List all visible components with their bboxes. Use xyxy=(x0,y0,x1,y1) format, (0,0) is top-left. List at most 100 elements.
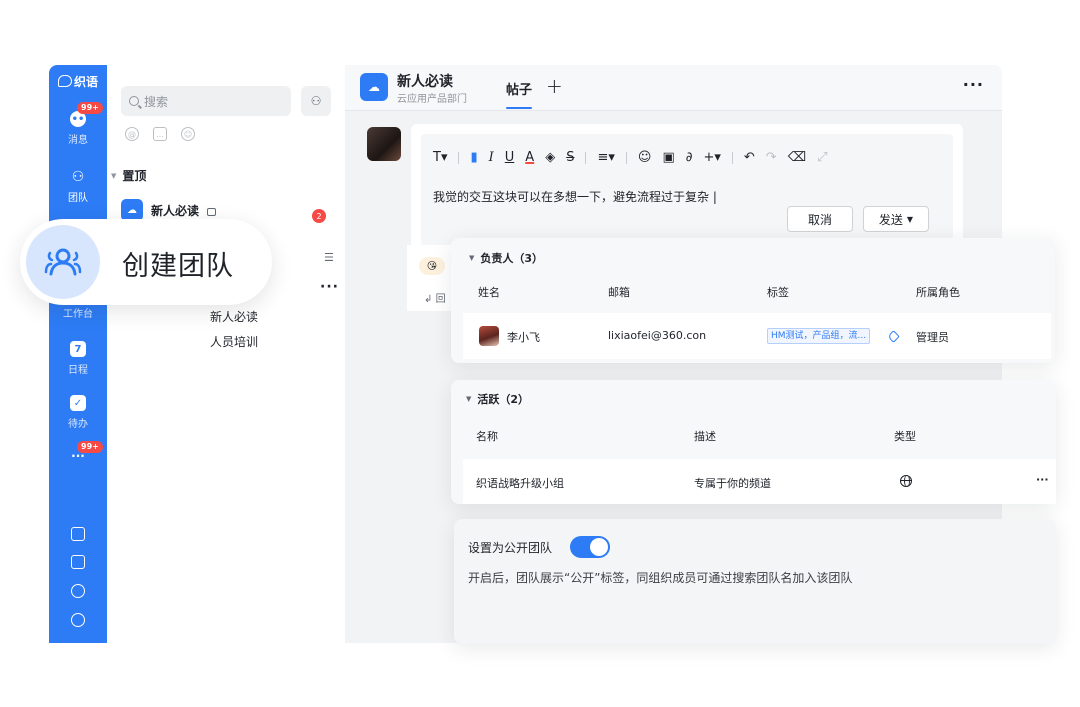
public-setting-card: 设置为公开团队 开启后，团队展示“公开”标签，同组织成员可通过搜索团队名加入该团… xyxy=(454,519,1056,644)
public-team-toggle[interactable] xyxy=(570,536,610,558)
column-header: 姓名 xyxy=(478,286,500,299)
bot-icon xyxy=(71,584,85,598)
align-icon[interactable]: ≡▾ xyxy=(597,150,614,165)
add-tab-button[interactable]: + xyxy=(546,74,563,98)
bookmark-icon xyxy=(71,527,85,541)
rail-item-workbench[interactable]: 工作台 xyxy=(49,305,107,320)
avatar xyxy=(367,127,401,161)
rail-item-teams[interactable]: ⚇ 团队 xyxy=(49,169,107,204)
reply-button[interactable]: ↲ 回 xyxy=(424,290,446,305)
active-card: ▼ 活跃（2） 名称 描述 类型 织语战略升级小组 专属于你的频道 ··· xyxy=(451,380,1056,504)
team-list-panel: 搜索 ⚇ @ … ☺ ▼ 置顶 ☁ 新人必读 新人必读 人员培训 xyxy=(107,65,345,643)
owners-section-header[interactable]: ▼ 负责人（3） xyxy=(469,250,543,266)
add-people-icon: ⚇ xyxy=(310,94,322,108)
download-button[interactable] xyxy=(49,555,107,569)
caret-down-icon: ▼ xyxy=(111,171,117,180)
chevron-down-icon: ▼ xyxy=(906,214,914,224)
column-header: 所属角色 xyxy=(916,286,960,299)
search-icon xyxy=(129,96,139,106)
team-avatar-icon: ☁ xyxy=(121,199,143,221)
create-team-button[interactable]: 创建团队 xyxy=(20,219,272,305)
mention-icon[interactable]: @ xyxy=(125,127,139,141)
messages-badge: 99+ xyxy=(77,102,103,114)
highlight-icon[interactable]: ▮ xyxy=(470,150,477,165)
owners-card: ▼ 负责人（3） 姓名 邮箱 标签 所属角色 李小飞 lixiaofei@360… xyxy=(451,238,1055,363)
column-header: 名称 xyxy=(476,430,498,443)
italic-icon[interactable]: I xyxy=(489,150,494,165)
search-input[interactable]: 搜索 xyxy=(121,86,291,116)
editor-body[interactable]: T▾ ▮ I U A ◈ S ≡▾ ☺ ▣ ∂ +▾ ↶ ↷ ⌫ ⤢ 我觉的交互… xyxy=(421,134,953,246)
table-row[interactable]: 织语战略升级小组 专属于你的频道 ··· xyxy=(463,459,1056,504)
rail-item-calendar[interactable]: 7 日程 xyxy=(49,341,107,376)
attachment-icon[interactable]: ∂ xyxy=(686,150,693,165)
channel-header: ☁ 新人必读 云应用产品部门 帖子 + ··· xyxy=(345,65,1002,111)
tag-chip[interactable]: HM测试，产品组，流... xyxy=(767,328,871,344)
expand-icon[interactable]: ⤢ xyxy=(817,150,827,165)
globe-icon xyxy=(900,475,912,487)
active-tab-indicator xyxy=(506,107,532,109)
settings-button[interactable] xyxy=(49,613,107,627)
more-options-icon[interactable]: ··· xyxy=(320,279,339,295)
image-icon[interactable]: ▣ xyxy=(662,150,674,165)
public-setting-description: 开启后，团队展示“公开”标签，同组织成员可通过搜索团队名加入该团队 xyxy=(468,571,853,585)
cloud-icon: ☁ xyxy=(360,73,388,101)
add-member-button[interactable]: ⚇ xyxy=(301,86,331,116)
bookmark-button[interactable] xyxy=(49,527,107,541)
more-badge: 99+ xyxy=(77,441,103,453)
team-icon-circle xyxy=(26,225,100,299)
rail-item-todo[interactable]: ✓ 待办 xyxy=(49,395,107,430)
download-icon xyxy=(71,555,85,569)
editor-toolbar: T▾ ▮ I U A ◈ S ≡▾ ☺ ▣ ∂ +▾ ↶ ↷ ⌫ ⤢ xyxy=(433,150,828,165)
header-more-icon[interactable]: ··· xyxy=(963,75,984,94)
redo-icon[interactable]: ↷ xyxy=(766,150,777,165)
avatar xyxy=(479,326,499,346)
eraser-icon[interactable]: ⌫ xyxy=(788,150,806,165)
column-header: 描述 xyxy=(694,430,716,443)
emoji-icon[interactable]: ☺ xyxy=(181,127,195,141)
send-button[interactable]: 发送 ▼ xyxy=(863,206,929,232)
bot-button[interactable] xyxy=(49,584,107,598)
column-header: 邮箱 xyxy=(608,286,630,299)
create-team-label: 创建团队 xyxy=(122,251,234,282)
calendar-icon: 7 xyxy=(70,341,86,357)
team-title: 新人必读 xyxy=(397,74,453,90)
underline-icon[interactable]: U xyxy=(505,150,515,165)
column-header: 类型 xyxy=(894,430,916,443)
pinned-section-header[interactable]: ▼ 置顶 xyxy=(111,167,146,184)
tab-posts[interactable]: 帖子 xyxy=(506,79,532,98)
cancel-button[interactable]: 取消 xyxy=(787,206,853,232)
sub-channel-item[interactable]: 新人必读 xyxy=(210,308,258,325)
text-style-icon[interactable]: T▾ xyxy=(433,150,447,165)
post-editor: T▾ ▮ I U A ◈ S ≡▾ ☺ ▣ ∂ +▾ ↶ ↷ ⌫ ⤢ 我觉的交互… xyxy=(411,124,963,248)
team-icon: ⚇ xyxy=(71,169,85,185)
sub-channel-item[interactable]: 人员培训 xyxy=(210,333,258,350)
settings-icon xyxy=(71,613,85,627)
app-logo: 织语 xyxy=(55,71,101,91)
editor-text[interactable]: 我觉的交互这块可以在多想一下，避免流程过于复杂 | xyxy=(433,188,717,205)
emoji-reaction[interactable]: 😘 xyxy=(419,257,445,275)
comment-icon[interactable]: … xyxy=(153,127,167,141)
active-section-header[interactable]: ▼ 活跃（2） xyxy=(466,391,529,407)
emoji-icon[interactable]: ☺ xyxy=(638,150,652,165)
tag-icon[interactable] xyxy=(887,330,900,343)
public-setting-label: 设置为公开团队 xyxy=(468,541,553,555)
left-rail: 织语 •• 消息 99+ ⚇ 团队 工作台 7 日程 ✓ 待办 ··· 99+ xyxy=(49,65,107,643)
team-description: 云应用产品部门 xyxy=(397,94,467,105)
caret-down-icon: ▼ xyxy=(469,254,475,262)
row-more-icon[interactable]: ··· xyxy=(1036,473,1049,486)
insert-icon[interactable]: +▾ xyxy=(703,150,720,165)
filter-icons: @ … ☺ xyxy=(125,127,195,141)
undo-icon[interactable]: ↶ xyxy=(744,150,755,165)
column-header: 标签 xyxy=(767,286,789,299)
font-color-icon[interactable]: A xyxy=(525,150,534,165)
fill-color-icon[interactable]: ◈ xyxy=(545,150,555,165)
lock-icon xyxy=(207,208,217,216)
table-row[interactable]: 李小飞 lixiaofei@360.con HM测试，产品组，流... 管理员 xyxy=(463,313,1051,359)
caret-down-icon: ▼ xyxy=(466,395,472,403)
unread-badge: 2 xyxy=(312,209,326,223)
strikethrough-icon[interactable]: S xyxy=(566,150,574,165)
rail-item-messages[interactable]: •• 消息 xyxy=(49,111,107,146)
team-icon xyxy=(44,248,82,276)
list-icon[interactable]: ☰ xyxy=(324,251,334,264)
checkbox-icon: ✓ xyxy=(70,395,86,411)
